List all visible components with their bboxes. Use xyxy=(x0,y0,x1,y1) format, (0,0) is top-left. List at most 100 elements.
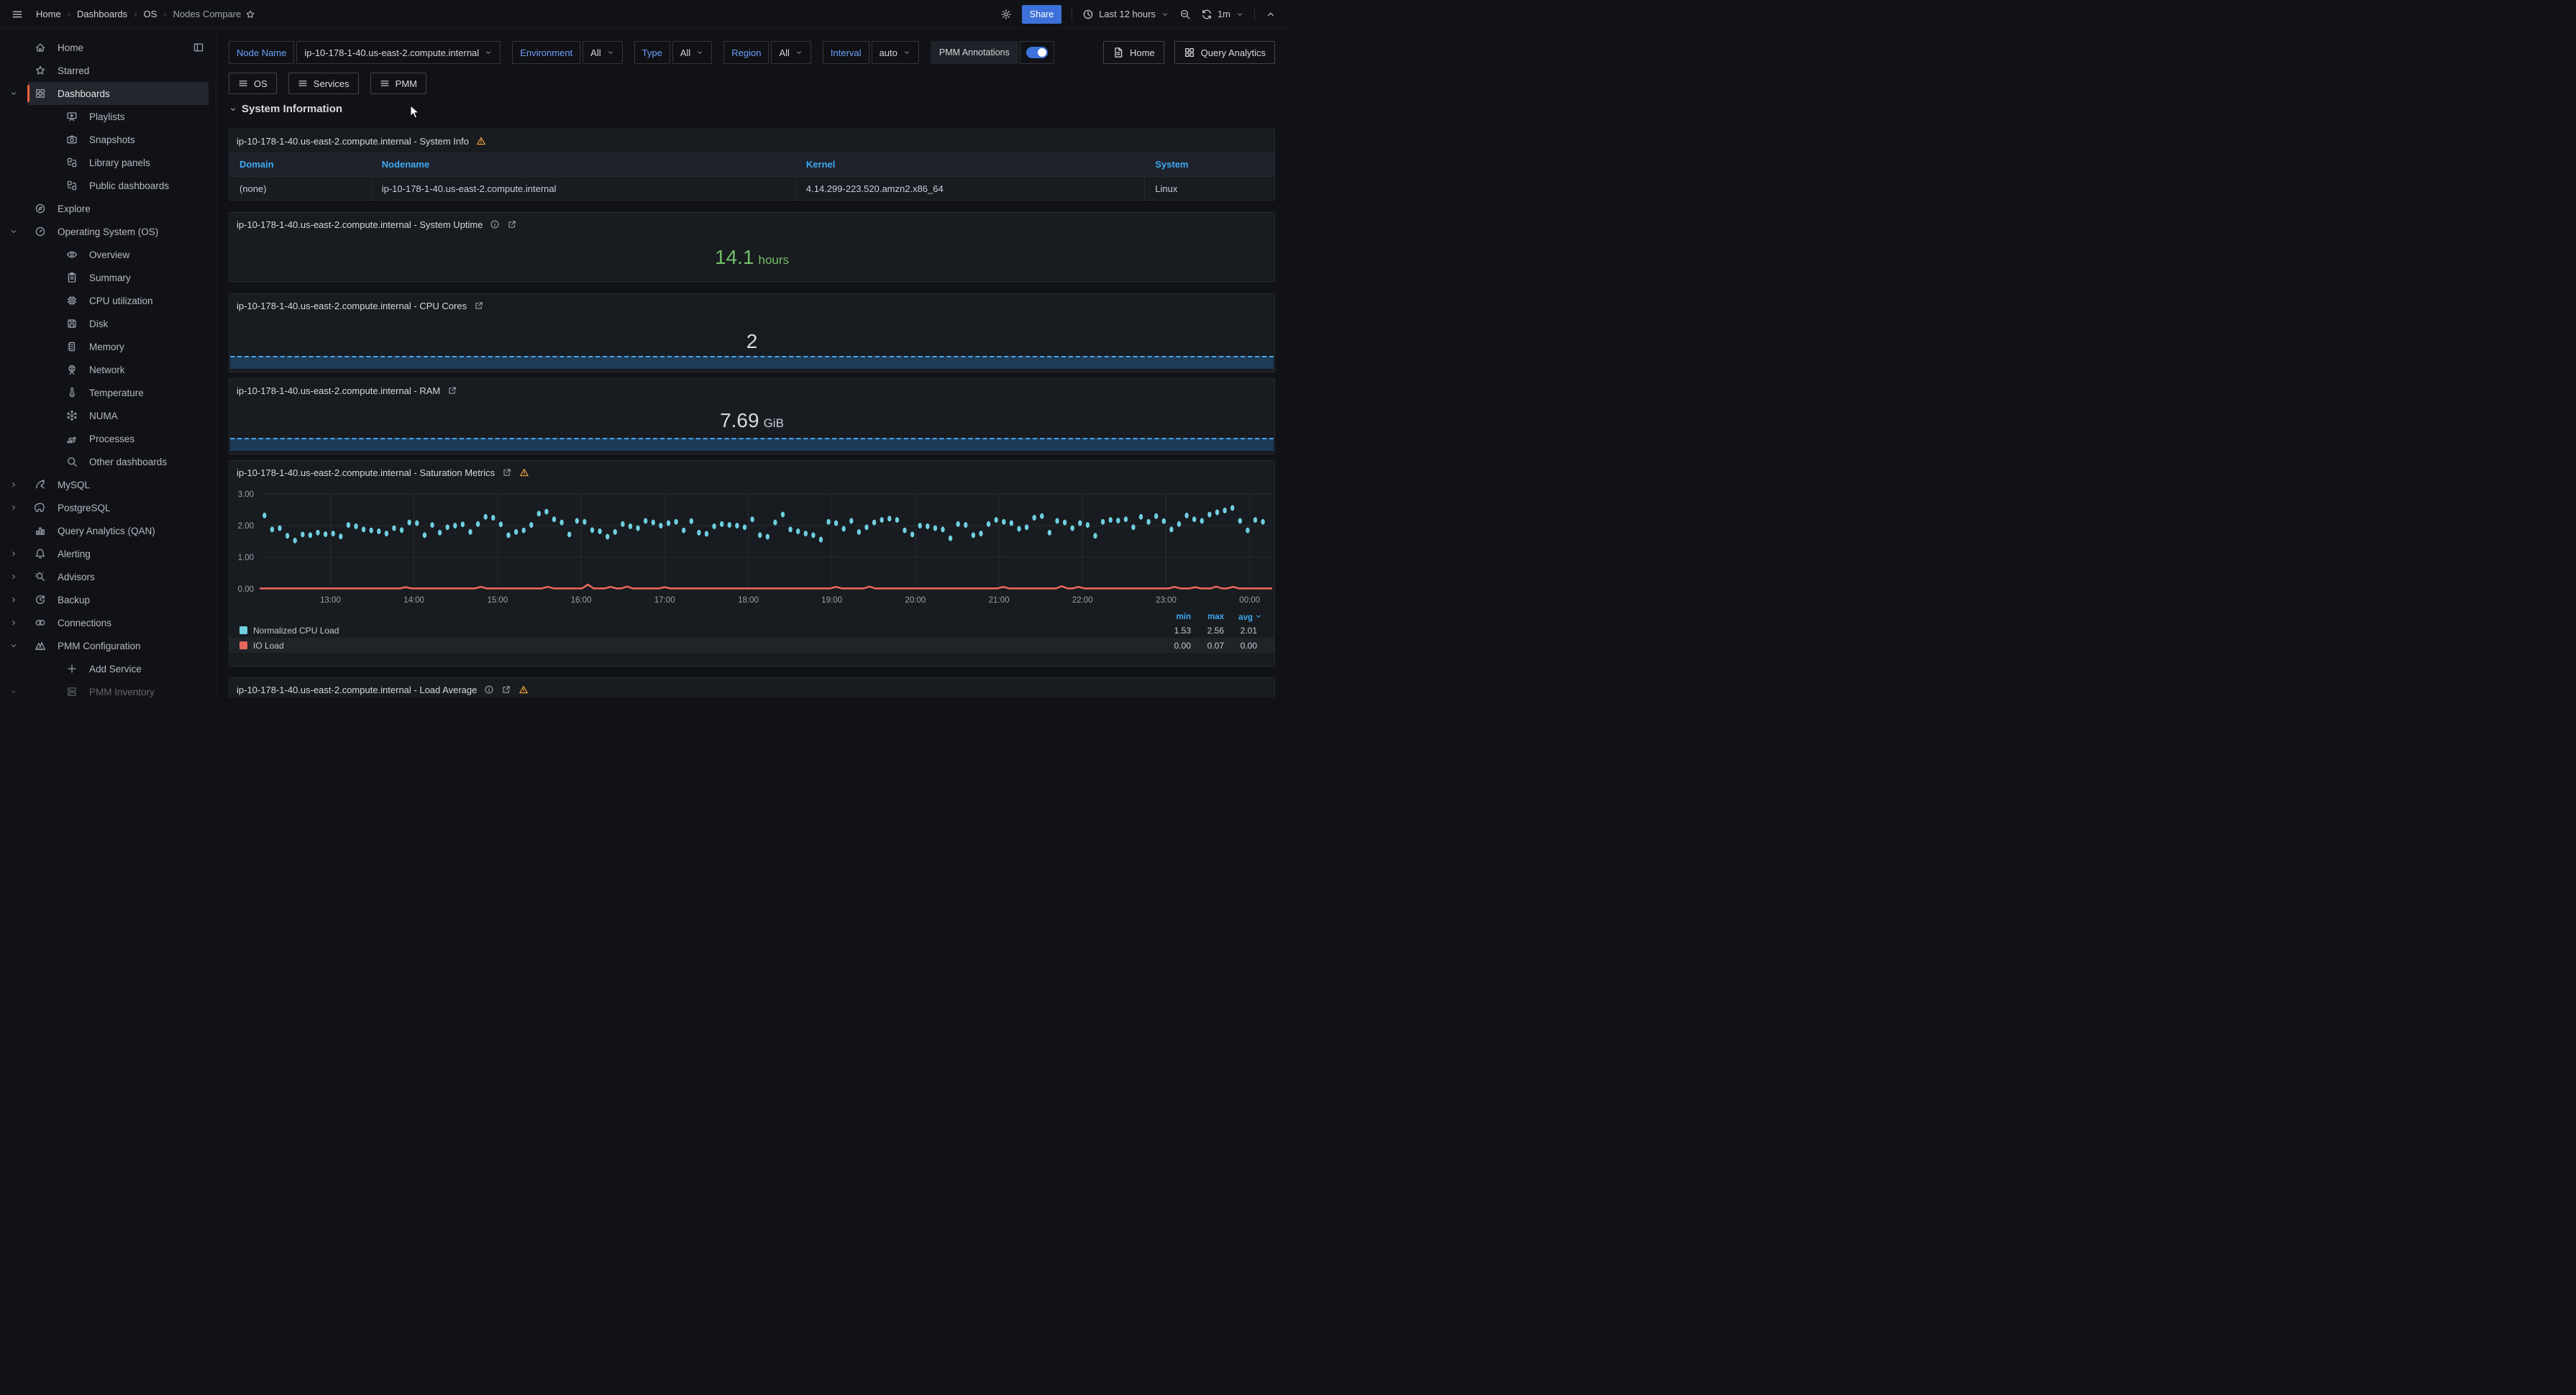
panel-title[interactable]: ip-10-178-1-40.us-east-2.compute.interna… xyxy=(237,219,483,230)
dashboard-link-os[interactable]: OS xyxy=(229,73,277,94)
sidebar-item-label: Query Analytics (QAN) xyxy=(58,526,155,536)
legend-sort-max[interactable]: max xyxy=(1191,613,1224,621)
panel-title[interactable]: ip-10-178-1-40.us-east-2.compute.interna… xyxy=(237,467,495,478)
sidebar-item-mysql[interactable]: MySQL xyxy=(0,473,216,496)
sidebar-item-summary[interactable]: Summary xyxy=(0,266,216,289)
filter-value-dropdown[interactable]: ip-10-178-1-40.us-east-2.compute.interna… xyxy=(296,41,501,64)
panel-title[interactable]: ip-10-178-1-40.us-east-2.compute.interna… xyxy=(237,136,469,147)
breadcrumb-item[interactable]: OS xyxy=(143,9,157,19)
compass-icon xyxy=(35,203,46,214)
collapse-up-icon[interactable] xyxy=(1265,9,1276,20)
table-column-header[interactable]: Nodename xyxy=(372,159,796,170)
table-column-header[interactable]: Domain xyxy=(229,159,372,170)
pmm-annotations-toggle[interactable] xyxy=(1020,41,1054,64)
home-dashboard-button[interactable]: Home xyxy=(1103,41,1164,64)
sidebar-item-query-analytics-qan[interactable]: Query Analytics (QAN) xyxy=(0,519,216,542)
chevron-down-icon[interactable] xyxy=(9,227,18,236)
breadcrumb-item[interactable]: Home xyxy=(36,9,61,19)
query-analytics-button[interactable]: Query Analytics xyxy=(1174,41,1275,64)
external-link-icon[interactable] xyxy=(447,385,457,395)
info-icon[interactable] xyxy=(490,219,500,229)
info-icon[interactable] xyxy=(484,685,494,695)
svg-text:3.00: 3.00 xyxy=(238,490,254,499)
menu-toggle-icon[interactable] xyxy=(12,9,23,20)
filter-label[interactable]: Node Name xyxy=(229,41,294,64)
chevron-down-icon[interactable] xyxy=(9,89,18,98)
chevron-right-icon[interactable] xyxy=(9,572,18,581)
external-link-icon[interactable] xyxy=(507,219,517,229)
filter-label[interactable]: Region xyxy=(723,41,769,64)
sidebar-item-connections[interactable]: Connections xyxy=(0,611,216,634)
sidebar-item-disk[interactable]: Disk xyxy=(0,312,216,335)
sidebar-item-snapshots[interactable]: Snapshots xyxy=(0,128,216,151)
warning-icon[interactable] xyxy=(519,685,529,695)
legend-series-name[interactable]: IO Load xyxy=(239,641,1158,651)
share-button[interactable]: Share xyxy=(1022,5,1061,24)
filter-value-dropdown[interactable]: All xyxy=(583,41,622,64)
dashboard-link-services[interactable]: Services xyxy=(288,73,359,94)
legend-series-name[interactable]: Normalized CPU Load xyxy=(239,626,1158,636)
chevron-right-icon[interactable] xyxy=(9,503,18,512)
table-column-header[interactable]: System xyxy=(1145,159,1274,170)
sidebar-item-pmm-configuration[interactable]: PMM Configuration xyxy=(0,634,216,657)
chevron-down-icon[interactable] xyxy=(9,641,18,650)
sidebar-item-library-panels[interactable]: Library panels xyxy=(0,151,216,174)
legend-row: IO Load0.000.070.00 xyxy=(229,638,1274,653)
dashboard-link-pmm[interactable]: PMM xyxy=(370,73,426,94)
warning-icon[interactable] xyxy=(519,467,529,477)
sidebar-item-starred[interactable]: Starred xyxy=(0,59,216,82)
sidebar-item-home[interactable]: Home xyxy=(0,36,216,59)
filter-value-dropdown[interactable]: auto xyxy=(872,41,919,64)
sidebar-item-other-dashboards[interactable]: Other dashboards xyxy=(0,450,216,473)
breadcrumb-item[interactable]: Nodes Compare xyxy=(173,9,242,19)
chevron-right-icon[interactable] xyxy=(9,480,18,489)
sidebar-item-public-dashboards[interactable]: Public dashboards xyxy=(0,174,216,197)
history-icon xyxy=(35,594,46,605)
breadcrumb-item[interactable]: Dashboards xyxy=(77,9,127,19)
external-link-icon[interactable] xyxy=(501,685,511,695)
filter-label[interactable]: Environment xyxy=(512,41,580,64)
zoom-out-icon[interactable] xyxy=(1179,9,1191,20)
sidebar-item-explore[interactable]: Explore xyxy=(0,197,216,220)
chevron-down-icon[interactable] xyxy=(9,687,18,696)
external-link-icon[interactable] xyxy=(502,467,512,477)
sidebar-item-dashboards[interactable]: Dashboards xyxy=(0,82,216,105)
chevron-right-icon[interactable] xyxy=(9,618,18,627)
external-link-icon[interactable] xyxy=(474,301,484,311)
chevron-right-icon[interactable] xyxy=(9,595,18,604)
legend-sort-min[interactable]: min xyxy=(1158,613,1191,621)
dashboard-settings-gear-icon[interactable] xyxy=(1000,9,1012,20)
table-column-header[interactable]: Kernel xyxy=(796,159,1145,170)
favorite-star-icon[interactable] xyxy=(245,9,255,19)
sidebar-item-operating-system-os[interactable]: Operating System (OS) xyxy=(0,220,216,243)
filter-label[interactable]: Interval xyxy=(823,41,869,64)
chevron-right-icon[interactable] xyxy=(9,549,18,558)
legend-sort-avg[interactable]: avg xyxy=(1224,612,1263,622)
sidebar-item-playlists[interactable]: Playlists xyxy=(0,105,216,128)
sidebar-item-add-service[interactable]: Add Service xyxy=(0,657,216,680)
warning-icon[interactable] xyxy=(476,136,486,146)
filter-label[interactable]: Type xyxy=(634,41,670,64)
sidebar-item-pmm-inventory[interactable]: PMM Inventory xyxy=(0,680,216,698)
legend-row: Normalized CPU Load1.532.562.01 xyxy=(229,623,1274,638)
sidebar-item-backup[interactable]: Backup xyxy=(0,588,216,611)
sidebar-item-postgresql[interactable]: PostgreSQL xyxy=(0,496,216,519)
panel-title[interactable]: ip-10-178-1-40.us-east-2.compute.interna… xyxy=(237,385,440,396)
sidebar-item-advisors[interactable]: Advisors xyxy=(0,565,216,588)
panel-title[interactable]: ip-10-178-1-40.us-east-2.compute.interna… xyxy=(237,301,467,311)
panel-title[interactable]: ip-10-178-1-40.us-east-2.compute.interna… xyxy=(237,685,477,695)
sidebar-item-temperature[interactable]: Temperature xyxy=(0,381,216,404)
sidebar-item-network[interactable]: Network xyxy=(0,358,216,381)
filter-value-dropdown[interactable]: All xyxy=(672,41,712,64)
sidebar-item-numa[interactable]: NUMA xyxy=(0,404,216,427)
section-system-information[interactable]: System Information xyxy=(229,103,342,115)
sidebar-item-cpu-utilization[interactable]: CPU utilization xyxy=(0,289,216,312)
sidebar-item-processes[interactable]: Processes xyxy=(0,427,216,450)
sidebar-item-alerting[interactable]: Alerting xyxy=(0,542,216,565)
filter-value-dropdown[interactable]: All xyxy=(771,41,810,64)
refresh-picker[interactable]: 1m xyxy=(1201,9,1244,20)
time-range-picker[interactable]: Last 12 hours xyxy=(1082,9,1169,20)
sidebar-item-overview[interactable]: Overview xyxy=(0,243,216,266)
sidebar-item-memory[interactable]: Memory xyxy=(0,335,216,358)
dock-sidebar-icon[interactable] xyxy=(193,42,204,53)
